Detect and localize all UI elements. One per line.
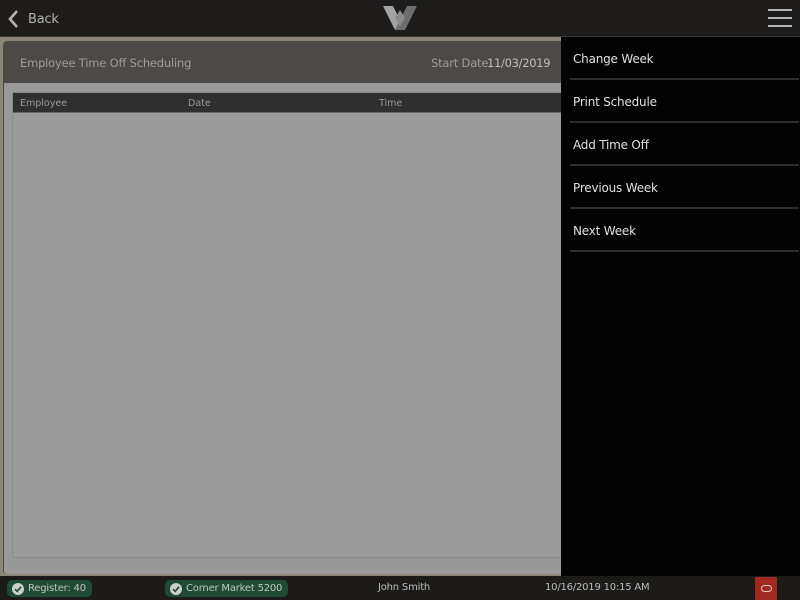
- chevron-left-icon: [8, 10, 18, 28]
- start-date-value: 11/03/2019: [487, 56, 551, 70]
- table-header: Employee Date Time: [13, 93, 603, 113]
- column-header-date[interactable]: Date: [188, 98, 211, 109]
- panel-header: Employee Time Off Scheduling Start Date …: [4, 42, 603, 83]
- column-header-time[interactable]: Time: [379, 98, 402, 109]
- check-circle-icon: [170, 582, 182, 595]
- date-time: 10/16/2019 10:15 AM: [545, 582, 650, 593]
- oracle-button[interactable]: [755, 577, 777, 600]
- page-title: Employee Time Off Scheduling: [20, 56, 192, 70]
- status-bar: Register: 40 Corner Market 5200 John Smi…: [0, 576, 800, 600]
- top-bar: Back: [0, 0, 800, 37]
- register-label: Register: 40: [28, 583, 86, 594]
- back-label: Back: [28, 11, 59, 27]
- oracle-icon: [760, 585, 772, 592]
- store-status-badge: Corner Market 5200: [165, 580, 289, 597]
- side-menu: Change Week Print Schedule Add Time Off …: [561, 37, 800, 576]
- store-label: Corner Market 5200: [186, 583, 283, 594]
- hamburger-menu-button[interactable]: [768, 8, 794, 29]
- menu-item-change-week[interactable]: Change Week: [570, 37, 799, 80]
- start-date-label: Start Date: [431, 56, 489, 70]
- menu-item-next-week[interactable]: Next Week: [570, 209, 799, 252]
- user-name: John Smith: [378, 582, 431, 593]
- time-off-panel: Employee Time Off Scheduling Start Date …: [3, 41, 603, 574]
- check-circle-icon: [12, 582, 24, 595]
- hamburger-icon: [768, 9, 792, 11]
- x-logo-icon: [383, 6, 417, 30]
- column-header-employee[interactable]: Employee: [20, 98, 67, 109]
- register-status-badge: Register: 40: [7, 580, 92, 597]
- menu-item-add-time-off[interactable]: Add Time Off: [570, 123, 799, 166]
- menu-item-previous-week[interactable]: Previous Week: [570, 166, 799, 209]
- time-off-table: Employee Date Time: [12, 92, 603, 558]
- menu-item-print-schedule[interactable]: Print Schedule: [570, 80, 799, 123]
- back-button[interactable]: Back: [7, 8, 59, 30]
